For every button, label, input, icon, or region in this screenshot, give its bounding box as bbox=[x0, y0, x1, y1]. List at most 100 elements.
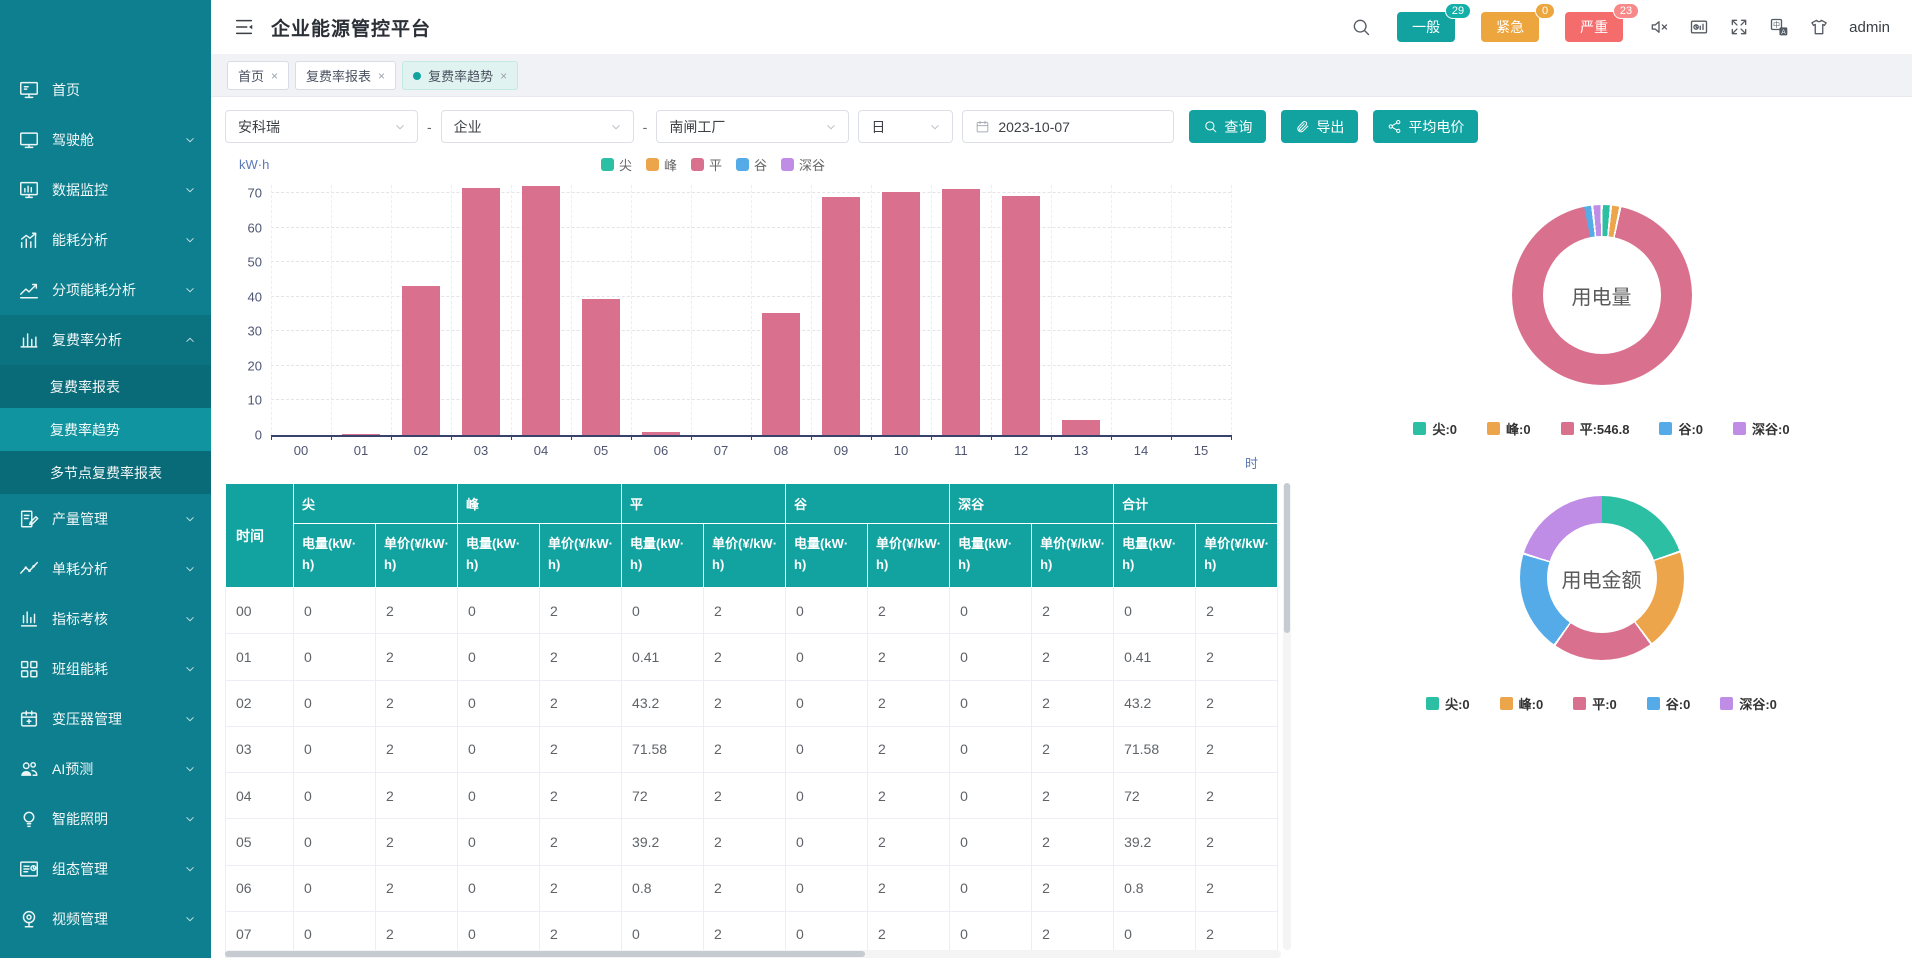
legend-item[interactable]: 平 bbox=[691, 155, 722, 174]
table-cell: 0 bbox=[1114, 588, 1196, 634]
select-node[interactable]: 南闸工厂 bbox=[656, 110, 849, 143]
table-cell: 06 bbox=[226, 865, 294, 911]
table-cell: 0 bbox=[950, 865, 1032, 911]
bar-平-10[interactable] bbox=[882, 192, 920, 435]
sidebar-collapse-icon[interactable] bbox=[233, 16, 255, 38]
sidebar-item-ai-predict[interactable]: AI预测 bbox=[0, 744, 211, 794]
select-org-type[interactable]: 企业 bbox=[441, 110, 634, 143]
chevron-down-icon bbox=[183, 283, 197, 297]
export-button[interactable]: 导出 bbox=[1281, 110, 1358, 143]
legend-item[interactable]: 峰:0 bbox=[1487, 419, 1531, 438]
date-picker[interactable]: 2023-10-07 bbox=[962, 110, 1174, 143]
rate-analysis-icon bbox=[18, 329, 40, 351]
tab-home[interactable]: 首页× bbox=[227, 61, 289, 90]
alarm-button-general[interactable]: 一般29 bbox=[1397, 12, 1455, 42]
mute-icon[interactable] bbox=[1649, 17, 1669, 37]
table-cell: 0 bbox=[950, 773, 1032, 819]
sidebar-item-production[interactable]: 产量管理 bbox=[0, 494, 211, 544]
btn-search-icon bbox=[1203, 119, 1218, 134]
tab-close-icon[interactable]: × bbox=[271, 69, 278, 83]
legend-item[interactable]: 峰:0 bbox=[1500, 694, 1544, 713]
sidebar-item-team-energy[interactable]: 班组能耗 bbox=[0, 644, 211, 694]
query-button[interactable]: 查询 bbox=[1189, 110, 1266, 143]
bar-平-03[interactable] bbox=[462, 188, 500, 435]
chevron-up-icon bbox=[183, 333, 197, 347]
legend-item[interactable]: 尖:0 bbox=[1413, 419, 1457, 438]
chevron-down-icon bbox=[183, 712, 197, 726]
gridline bbox=[391, 185, 392, 435]
legend-item[interactable]: 谷:0 bbox=[1647, 694, 1691, 713]
translate-icon[interactable]: 中A bbox=[1769, 17, 1789, 37]
tab-rate-report[interactable]: 复费率报表× bbox=[295, 61, 396, 90]
sidebar-item-energy-analysis[interactable]: 能耗分析 bbox=[0, 215, 211, 265]
bar-平-09[interactable] bbox=[822, 197, 860, 435]
avg-price-button[interactable]: 平均电价 bbox=[1373, 110, 1478, 143]
alarm-button-severe[interactable]: 严重23 bbox=[1565, 12, 1623, 42]
sidebar-item-unit-consumption[interactable]: 单耗分析 bbox=[0, 544, 211, 594]
donut-chart[interactable]: 用电金额 bbox=[1520, 496, 1684, 660]
tab-close-icon[interactable]: × bbox=[378, 69, 385, 83]
legend-item[interactable]: 谷 bbox=[736, 155, 767, 174]
table-cell: 2 bbox=[704, 773, 786, 819]
bar-平-02[interactable] bbox=[402, 286, 440, 435]
legend-item[interactable]: 尖:0 bbox=[1426, 694, 1470, 713]
legend-item[interactable]: 谷:0 bbox=[1659, 419, 1703, 438]
x-tick bbox=[811, 435, 812, 440]
select-value: 安科瑞 bbox=[238, 117, 280, 137]
fullscreen-icon[interactable] bbox=[1729, 17, 1749, 37]
monitor-chart-icon[interactable] bbox=[1689, 17, 1709, 37]
sidebar-item-label: 驾驶舱 bbox=[52, 130, 183, 150]
bar-平-13[interactable] bbox=[1062, 420, 1100, 435]
legend-item[interactable]: 深谷:0 bbox=[1720, 694, 1777, 713]
sidebar-item-rate-analysis[interactable]: 复费率分析 bbox=[0, 315, 211, 365]
tab-close-icon[interactable]: × bbox=[500, 69, 507, 83]
col-sub-header: 电量(kW·h) bbox=[950, 524, 1032, 588]
theme-icon[interactable] bbox=[1809, 17, 1829, 37]
sidebar-item-home[interactable]: 首页 bbox=[0, 65, 211, 115]
sidebar-subitem-rate-report[interactable]: 复费率报表 bbox=[0, 365, 211, 408]
alarm-button-urgent[interactable]: 紧急0 bbox=[1481, 12, 1539, 42]
legend-item[interactable]: 峰 bbox=[646, 155, 677, 174]
scrollbar-thumb[interactable] bbox=[1284, 483, 1290, 633]
legend-item[interactable]: 深谷 bbox=[781, 155, 825, 174]
table-cell: 0.8 bbox=[622, 865, 704, 911]
bar-平-04[interactable] bbox=[522, 186, 560, 435]
legend-item[interactable]: 平:546.8 bbox=[1561, 419, 1630, 438]
table-cell: 2 bbox=[540, 680, 622, 726]
gridline bbox=[931, 185, 932, 435]
sidebar-item-video[interactable]: 视频管理 bbox=[0, 894, 211, 944]
table-vertical-scrollbar[interactable] bbox=[1283, 483, 1291, 950]
sidebar-item-kpi[interactable]: 指标考核 bbox=[0, 594, 211, 644]
select-tenant[interactable]: 安科瑞 bbox=[225, 110, 418, 143]
table-horizontal-scrollbar[interactable] bbox=[225, 950, 1281, 958]
table-cell: 0 bbox=[294, 726, 376, 772]
legend-item[interactable]: 尖 bbox=[601, 155, 632, 174]
table-cell: 2 bbox=[704, 680, 786, 726]
bar-平-08[interactable] bbox=[762, 313, 800, 435]
bar-平-05[interactable] bbox=[582, 299, 620, 435]
bar-平-12[interactable] bbox=[1002, 196, 1040, 435]
bar-平-06[interactable] bbox=[642, 432, 680, 435]
sidebar-item-data-monitor[interactable]: 数据监控 bbox=[0, 165, 211, 215]
home-icon bbox=[18, 79, 40, 101]
sidebar-item-subentry-energy[interactable]: 分项能耗分析 bbox=[0, 265, 211, 315]
legend-item[interactable]: 深谷:0 bbox=[1733, 419, 1790, 438]
sidebar-item-lighting[interactable]: 智能照明 bbox=[0, 794, 211, 844]
sidebar-subitem-rate-trend[interactable]: 复费率趋势 bbox=[0, 408, 211, 451]
sidebar-item-scada[interactable]: 组态管理 bbox=[0, 844, 211, 894]
search-icon[interactable] bbox=[1351, 17, 1371, 37]
tab-rate-trend[interactable]: 复费率趋势× bbox=[402, 61, 518, 90]
donut-panel-cost: 用电金额尖:0 峰:0 平:0 谷:0 深谷:0 bbox=[1426, 496, 1777, 713]
bar-平-01[interactable] bbox=[342, 434, 380, 435]
admin-username[interactable]: admin bbox=[1849, 19, 1890, 36]
donut-chart[interactable]: 用电量 bbox=[1512, 205, 1692, 385]
table-cell: 0 bbox=[786, 588, 868, 634]
sidebar-item-cockpit[interactable]: 驾驶舱 bbox=[0, 115, 211, 165]
select-period[interactable]: 日 bbox=[858, 110, 953, 143]
scrollbar-thumb[interactable] bbox=[225, 951, 865, 957]
legend-item[interactable]: 平:0 bbox=[1573, 694, 1617, 713]
sidebar-item-transformer[interactable]: 变压器管理 bbox=[0, 694, 211, 744]
alarm-group: 一般29 紧急0 严重23 bbox=[1397, 12, 1623, 42]
bar-平-11[interactable] bbox=[942, 189, 980, 435]
sidebar-subitem-multi-node-rate-report[interactable]: 多节点复费率报表 bbox=[0, 451, 211, 494]
